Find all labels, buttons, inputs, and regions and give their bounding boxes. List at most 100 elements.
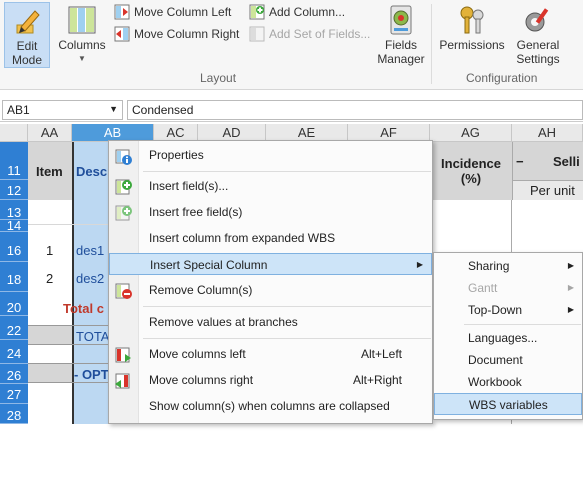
properties-icon xyxy=(115,149,132,165)
formula-input[interactable]: Condensed xyxy=(127,100,583,120)
incidence-header[interactable]: Incidence (%) xyxy=(432,156,510,186)
move-left-shortcut: Alt+Left xyxy=(360,347,402,361)
ribbon: Edit Mode Columns ▼ Move Column Left Mov… xyxy=(0,0,583,90)
row-number[interactable]: 26 xyxy=(0,364,28,384)
languages-label: Languages... xyxy=(468,331,538,345)
edit-mode-button[interactable]: Edit Mode xyxy=(4,2,50,68)
menu-item-insert-wbs-column[interactable]: Insert column from expanded WBS xyxy=(109,227,432,249)
general-settings-label: General Settings xyxy=(516,38,560,66)
permissions-button[interactable]: Permissions xyxy=(436,4,508,54)
workbook-label: Workbook xyxy=(468,375,522,389)
general-settings-button[interactable]: General Settings xyxy=(508,4,568,66)
submenu-item-gantt[interactable]: Gantt ▶ xyxy=(434,277,582,299)
chevron-down-icon[interactable]: ▼ xyxy=(109,104,118,114)
menu-separator xyxy=(143,338,431,339)
gantt-label: Gantt xyxy=(468,281,498,295)
row-number[interactable]: 22 xyxy=(0,316,28,340)
submenu-item-sharing[interactable]: Sharing ▶ xyxy=(434,255,582,277)
insert-free-field-icon xyxy=(115,205,132,221)
move-right-icon xyxy=(114,26,130,42)
insert-wbs-column-label: Insert column from expanded WBS xyxy=(149,231,336,245)
row-divider xyxy=(28,382,108,383)
menu-item-insert-fields[interactable]: Insert field(s)... xyxy=(109,175,432,197)
cell-reference-box[interactable]: AB1 ▼ xyxy=(2,100,123,120)
columns-icon xyxy=(68,6,96,34)
add-set-of-fields-button[interactable]: Add Set of Fields... xyxy=(249,24,370,44)
move-column-left-button[interactable]: Move Column Left xyxy=(114,2,231,22)
total-cell[interactable]: TOTA xyxy=(76,329,109,344)
add-column-button[interactable]: Add Column... xyxy=(249,2,345,22)
move-column-right-button[interactable]: Move Column Right xyxy=(114,24,239,44)
menu-item-remove-values[interactable]: Remove values at branches xyxy=(109,311,432,333)
insert-field-icon xyxy=(115,179,132,195)
submenu-arrow-icon: ▶ xyxy=(567,283,574,292)
configuration-group-label: Configuration xyxy=(466,71,538,85)
item-cell[interactable]: 1 xyxy=(46,243,53,258)
col-header-ah[interactable]: AH xyxy=(512,124,583,142)
row-number[interactable]: 12 xyxy=(0,180,28,200)
submenu-item-top-down[interactable]: Top-Down ▶ xyxy=(434,299,582,321)
row-number[interactable]: 11 xyxy=(0,142,28,180)
row-number[interactable]: 13 xyxy=(0,200,28,220)
menu-item-properties[interactable]: Properties xyxy=(109,144,432,166)
corner-cell[interactable] xyxy=(0,124,28,142)
row-divider xyxy=(28,325,108,326)
columns-button[interactable]: Columns ▼ xyxy=(56,4,108,66)
desc-cell[interactable]: des2 xyxy=(76,271,104,286)
insert-fields-label: Insert field(s)... xyxy=(149,179,229,193)
move-column-left-label: Move Column Left xyxy=(134,5,232,19)
menu-item-remove-columns[interactable]: Remove Column(s) xyxy=(109,279,432,301)
desc-header[interactable]: Desc xyxy=(76,164,107,179)
selling-header[interactable]: Selli xyxy=(553,154,580,169)
row-number[interactable]: 18 xyxy=(0,262,28,292)
remove-column-icon xyxy=(115,283,132,299)
item-header[interactable]: Item xyxy=(36,164,63,179)
total-cost-cell[interactable]: Total c xyxy=(63,301,104,316)
wbs-variables-label: WBS variables xyxy=(469,398,548,412)
submenu-item-document[interactable]: Document xyxy=(434,349,582,371)
special-column-submenu: Sharing ▶ Gantt ▶ Top-Down ▶ Languages..… xyxy=(433,252,583,420)
move-left-icon xyxy=(114,4,130,20)
move-columns-left-label: Move columns left xyxy=(149,347,246,361)
add-set-label: Add Set of Fields... xyxy=(269,27,371,41)
columns-label: Columns xyxy=(58,38,106,52)
collapse-minus[interactable]: − xyxy=(516,154,524,169)
fields-manager-button[interactable]: Fields Manager xyxy=(374,4,428,66)
add-set-icon xyxy=(249,26,265,42)
row-number[interactable]: 16 xyxy=(0,232,28,262)
menu-separator xyxy=(143,171,431,172)
context-menu: Properties Insert field(s)... Insert fre… xyxy=(108,140,433,424)
formula-value: Condensed xyxy=(132,103,194,117)
menu-item-show-collapsed[interactable]: Show column(s) when columns are collapse… xyxy=(109,395,432,417)
move-right-icon xyxy=(115,373,130,389)
edit-mode-label: Edit Mode xyxy=(11,39,43,67)
remove-values-label: Remove values at branches xyxy=(149,315,298,329)
show-collapsed-label: Show column(s) when columns are collapse… xyxy=(149,399,390,413)
row-number[interactable]: 27 xyxy=(0,384,28,404)
move-columns-right-label: Move columns right xyxy=(149,373,254,387)
submenu-item-workbook[interactable]: Workbook xyxy=(434,371,582,393)
cell-reference: AB1 xyxy=(7,103,30,117)
row-number[interactable]: 28 xyxy=(0,404,28,424)
document-label: Document xyxy=(468,353,523,367)
row-number[interactable]: 14 xyxy=(0,219,28,232)
top-down-label: Top-Down xyxy=(468,303,523,317)
col-header-ag[interactable]: AG xyxy=(430,124,512,142)
move-left-icon xyxy=(115,347,131,363)
menu-item-move-columns-left[interactable]: Move columns left Alt+Left xyxy=(109,343,432,365)
row-number[interactable]: 20 xyxy=(0,292,28,316)
item-cell[interactable]: 2 xyxy=(46,271,53,286)
option-cell[interactable]: - OPT xyxy=(74,367,109,382)
submenu-item-languages[interactable]: Languages... xyxy=(434,327,582,349)
sharing-label: Sharing xyxy=(468,259,510,273)
option-row-band xyxy=(28,364,72,382)
chevron-down-icon: ▼ xyxy=(78,54,86,63)
desc-cell[interactable]: des1 xyxy=(76,243,104,258)
add-column-icon xyxy=(249,4,265,20)
menu-item-move-columns-right[interactable]: Move columns right Alt+Right xyxy=(109,369,432,391)
col-header-aa[interactable]: AA xyxy=(28,124,72,142)
menu-item-insert-special-column[interactable]: Insert Special Column ▶ xyxy=(109,253,432,275)
row-number[interactable]: 24 xyxy=(0,340,28,364)
menu-item-insert-free-fields[interactable]: Insert free field(s) xyxy=(109,201,432,223)
submenu-item-wbs-variables[interactable]: WBS variables xyxy=(434,393,582,415)
